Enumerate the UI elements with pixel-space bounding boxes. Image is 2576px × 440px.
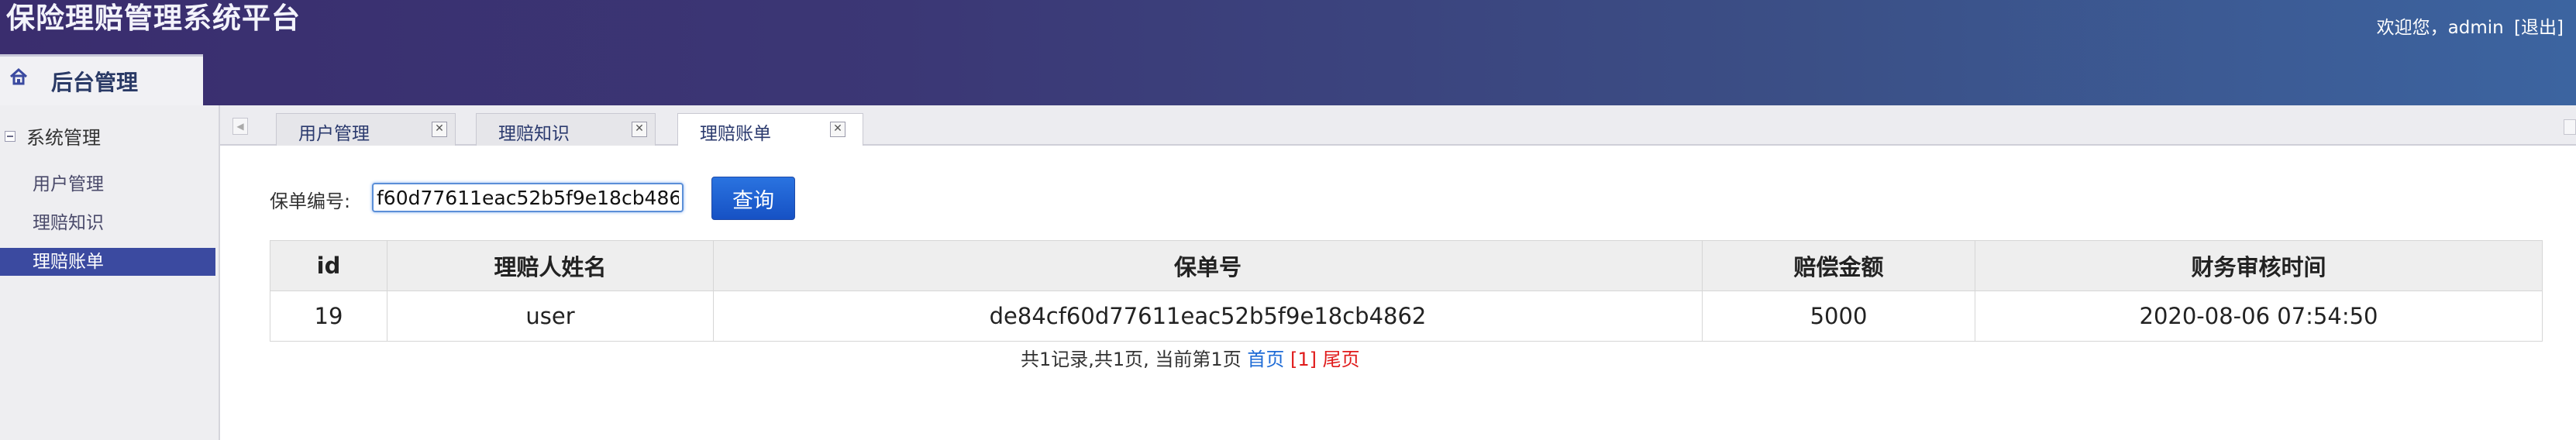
home-icon	[9, 67, 28, 85]
policy-number-label: 保单编号:	[270, 191, 351, 212]
pagination: 共1记录,共1页, 当前第1页 首页 [1] 尾页	[1021, 344, 1360, 371]
cell-id: 19	[270, 290, 387, 342]
tab-claim-knowledge[interactable]: 理赔知识 ✕	[476, 113, 656, 146]
last-page-link[interactable]: 尾页	[1323, 349, 1360, 370]
current-page-link[interactable]: [1]	[1290, 349, 1317, 370]
backend-management-label: 后台管理	[51, 70, 139, 95]
policy-number-input[interactable]	[372, 183, 684, 212]
table-header-row: id 理赔人姓名 保单号 赔偿金额 财务审核时间	[270, 240, 2543, 291]
sidebar-item-user-management[interactable]: 用户管理	[0, 170, 215, 198]
user-area: 欢迎您，admin [退出]	[2372, 12, 2564, 39]
cell-amount: 5000	[1702, 290, 1975, 342]
table-row: 19 user de84cf60d77611eac52b5f9e18cb4862…	[270, 290, 2543, 342]
tab-label: 理赔知识	[498, 124, 570, 144]
close-icon[interactable]: ✕	[432, 122, 447, 137]
sidebar-group-label: 系统管理	[26, 127, 101, 149]
sidebar-group-system[interactable]: 系统管理	[5, 122, 101, 150]
app-title: 保险理赔管理系统平台	[6, 2, 301, 35]
column-header-id: id	[270, 240, 387, 291]
sidebar: 系统管理 用户管理 理赔知识 理赔账单	[0, 105, 220, 440]
cell-claimant: user	[387, 290, 714, 342]
welcome-text: 欢迎您，admin	[2376, 18, 2504, 38]
logout-link[interactable]: [退出]	[2514, 18, 2564, 38]
sidebar-item-claim-bills[interactable]: 理赔账单	[0, 248, 215, 276]
tab-label: 理赔账单	[700, 124, 771, 144]
backend-management-tab[interactable]: 后台管理	[0, 54, 203, 105]
tab-scroll-left-icon[interactable]: ◀	[232, 118, 248, 135]
column-header-amount: 赔偿金额	[1702, 240, 1975, 291]
app-header: 保险理赔管理系统平台 欢迎您，admin [退出] 后台管理	[0, 0, 2576, 105]
close-icon[interactable]: ✕	[830, 122, 845, 137]
claims-table: id 理赔人姓名 保单号 赔偿金额 财务审核时间 19 user de84cf6…	[270, 240, 2543, 342]
first-page-link[interactable]: 首页	[1247, 349, 1284, 370]
cell-policy-number: de84cf60d77611eac52b5f9e18cb4862	[713, 290, 1703, 342]
tab-user-management[interactable]: 用户管理 ✕	[276, 113, 456, 146]
cell-audit-time: 2020-08-06 07:54:50	[1975, 290, 2543, 342]
close-icon[interactable]: ✕	[632, 122, 647, 137]
main-content: 保单编号: 查询 id 理赔人姓名 保单号 赔偿金额 财务审核时间 19 use…	[220, 146, 2576, 440]
column-header-policy-number: 保单号	[713, 240, 1703, 291]
tab-claim-bills[interactable]: 理赔账单 ✕	[677, 113, 863, 147]
query-button[interactable]: 查询	[711, 177, 795, 220]
tab-label: 用户管理	[298, 124, 370, 144]
collapse-icon[interactable]	[5, 131, 15, 142]
column-header-claimant: 理赔人姓名	[387, 240, 714, 291]
sidebar-item-claim-knowledge[interactable]: 理赔知识	[0, 209, 215, 237]
column-header-audit-time: 财务审核时间	[1975, 240, 2543, 291]
tab-scroll-right-icon[interactable]	[2564, 119, 2576, 135]
pagination-summary: 共1记录,共1页, 当前第1页	[1021, 349, 1248, 370]
tab-bar: ◀ 用户管理 ✕ 理赔知识 ✕ 理赔账单 ✕	[220, 105, 2576, 147]
